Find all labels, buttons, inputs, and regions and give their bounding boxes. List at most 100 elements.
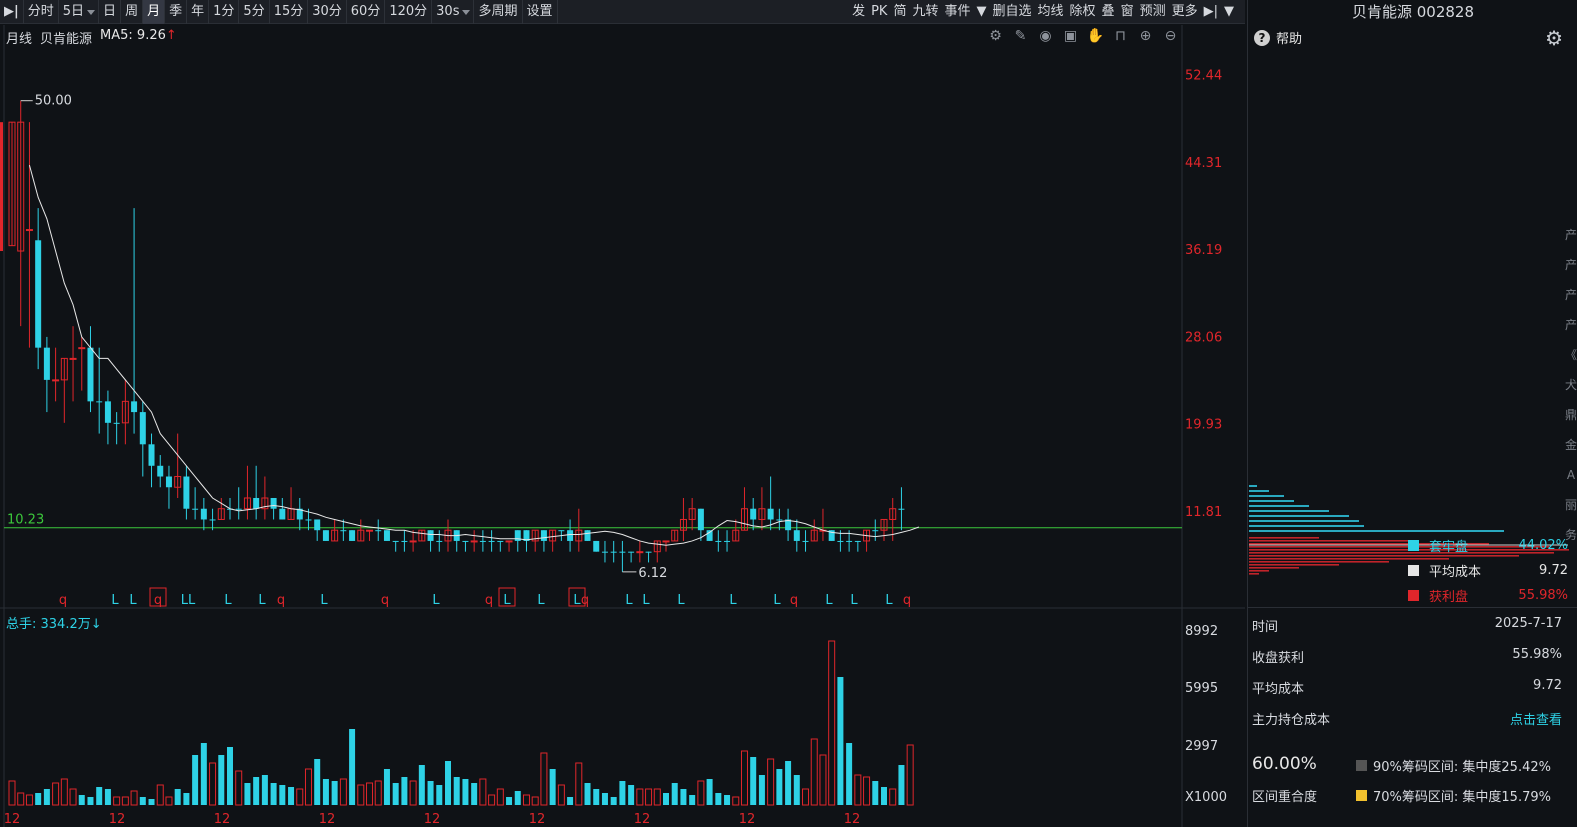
- toolbar-right-item-8[interactable]: 除权: [1067, 0, 1099, 24]
- eye-icon[interactable]: ◉: [1036, 27, 1055, 46]
- candle-body: [279, 508, 286, 520]
- settings-icon[interactable]: ⚙: [986, 27, 1005, 46]
- volume-bar: [383, 769, 390, 805]
- period-tab-14[interactable]: 多周期: [474, 0, 523, 24]
- toolbar-right-item-13[interactable]: ▶|: [1201, 0, 1221, 24]
- toggle-panel-icon[interactable]: ▶|: [0, 0, 24, 24]
- candle-body: [846, 540, 853, 542]
- toolbar-right-item-14[interactable]: ▼: [1221, 0, 1237, 24]
- kline-chart[interactable]: 52.44 44.31 36.19 28.06 19.93 11.81 10.23 50.00…: [0, 25, 1245, 827]
- zoom-out-icon[interactable]: ⊖: [1161, 27, 1180, 46]
- main-cost-link[interactable]: 点击查看: [1510, 709, 1562, 728]
- toolbar-right-item-9[interactable]: 叠: [1099, 0, 1118, 24]
- volume-bar: [427, 781, 434, 805]
- period-tab-15[interactable]: 设置: [523, 0, 558, 24]
- period-tab-11[interactable]: 60分: [347, 0, 386, 24]
- toolbar-right-item-0[interactable]: 发: [849, 0, 868, 24]
- toolbar-right-item-11[interactable]: 预测: [1137, 0, 1169, 24]
- x-axis-label: 12: [739, 812, 756, 827]
- volume-bar: [209, 762, 217, 806]
- candle-body: [366, 529, 374, 532]
- volume-bar: [758, 775, 765, 805]
- toolbar-right-item-5[interactable]: ▼: [974, 0, 990, 24]
- candle-body: [78, 347, 86, 350]
- edge-glyph: A: [1566, 468, 1576, 482]
- lock-icon[interactable]: ⊓: [1111, 27, 1130, 46]
- period-tab-12[interactable]: 120分: [385, 0, 433, 24]
- period-tab-10[interactable]: 30分: [308, 0, 347, 24]
- volume-bar: [349, 729, 356, 805]
- toolbar-right-item-12[interactable]: 更多: [1169, 0, 1201, 24]
- period-tab-1[interactable]: 5日: [59, 0, 100, 24]
- volume-bar: [192, 755, 199, 805]
- period-tab-3[interactable]: 周: [121, 0, 144, 24]
- main-cost-label: 主力持仓成本: [1252, 713, 1331, 728]
- draw-pen-icon[interactable]: ✎: [1011, 27, 1030, 46]
- period-tab-13[interactable]: 30s: [432, 0, 475, 24]
- candle-body: [340, 530, 347, 532]
- volume-bar: [130, 790, 138, 806]
- signal-mark: L: [885, 593, 893, 608]
- candle-body: [715, 540, 722, 542]
- trash-icon[interactable]: ▣: [1061, 27, 1080, 46]
- period-tab-7[interactable]: 1分: [209, 0, 240, 24]
- price-axis-label: 36.19: [1185, 243, 1222, 258]
- volume-bar: [17, 792, 25, 806]
- toolbar-right-item-6[interactable]: 删自选: [990, 0, 1035, 24]
- chip-bar-trapped: [1249, 525, 1364, 527]
- conc-90-swatch: [1356, 760, 1367, 771]
- period-tab-5[interactable]: 季: [165, 0, 188, 24]
- volume-bar: [846, 743, 853, 805]
- candle-body: [724, 540, 731, 542]
- chip-bar-profit: [1249, 564, 1339, 566]
- volume-bar: [200, 743, 207, 805]
- candle-body: [35, 240, 42, 348]
- candle-body: [235, 508, 242, 510]
- kline-chart-panel[interactable]: 52.44 44.31 36.19 28.06 19.93 11.81 10.23 50.00…: [0, 25, 1245, 827]
- period-tab-8[interactable]: 5分: [239, 0, 270, 24]
- signal-mark: q: [790, 593, 798, 608]
- low-label: 6.12: [638, 566, 667, 581]
- chip-legend-swatch: [1408, 540, 1419, 551]
- profit-label: 收盘获利: [1252, 651, 1305, 666]
- volume-bar: [8, 780, 16, 806]
- x-axis-label: 12: [319, 812, 336, 827]
- volume-bar: [575, 762, 583, 806]
- period-tab-0[interactable]: 分时: [24, 0, 59, 24]
- toolbar-right-item-3[interactable]: 九转: [909, 0, 941, 24]
- price-axis-label: 44.31: [1185, 156, 1222, 171]
- candle-body: [104, 401, 111, 423]
- toolbar-right-item-4[interactable]: 事件: [941, 0, 973, 24]
- chip-legend-label: 获利盘: [1429, 590, 1469, 605]
- x-axis-label: 12: [214, 812, 231, 827]
- edge-glyph: 金: [1565, 438, 1577, 452]
- volume-bar: [697, 780, 705, 806]
- volume-bar: [52, 782, 60, 806]
- toolbar-right-item-10[interactable]: 窗: [1118, 0, 1137, 24]
- volume-bar: [183, 793, 190, 805]
- volume-bar: [680, 789, 687, 805]
- period-tab-9[interactable]: 15分: [270, 0, 309, 24]
- period-tab-2[interactable]: 日: [99, 0, 122, 24]
- volume-bar: [663, 793, 669, 805]
- hand-icon[interactable]: ✋: [1086, 27, 1105, 46]
- candle-body: [43, 347, 50, 380]
- chip-legend-label: 套牢盘: [1429, 540, 1469, 555]
- candle-body: [392, 540, 399, 542]
- period-tab-4[interactable]: 月: [143, 0, 166, 24]
- period-tab-6[interactable]: 年: [187, 0, 210, 24]
- toolbar-right-item-7[interactable]: 均线: [1035, 0, 1067, 24]
- volume-bar: [593, 789, 600, 805]
- volume-bar: [279, 785, 286, 805]
- volume-bar: [479, 778, 487, 806]
- volume-bar: [689, 795, 696, 805]
- toolbar-right-item-2[interactable]: 简: [890, 0, 909, 24]
- volume-bar: [601, 793, 608, 805]
- volume-axis-label: 5995: [1185, 681, 1218, 696]
- volume-arrow: ↓: [90, 617, 102, 632]
- edge-glyph: 产: [1565, 258, 1577, 272]
- zoom-in-icon[interactable]: ⊕: [1136, 27, 1155, 46]
- volume-bar: [60, 778, 68, 806]
- legend-period: 月线: [6, 32, 33, 47]
- toolbar-right-item-1[interactable]: PK: [868, 0, 890, 24]
